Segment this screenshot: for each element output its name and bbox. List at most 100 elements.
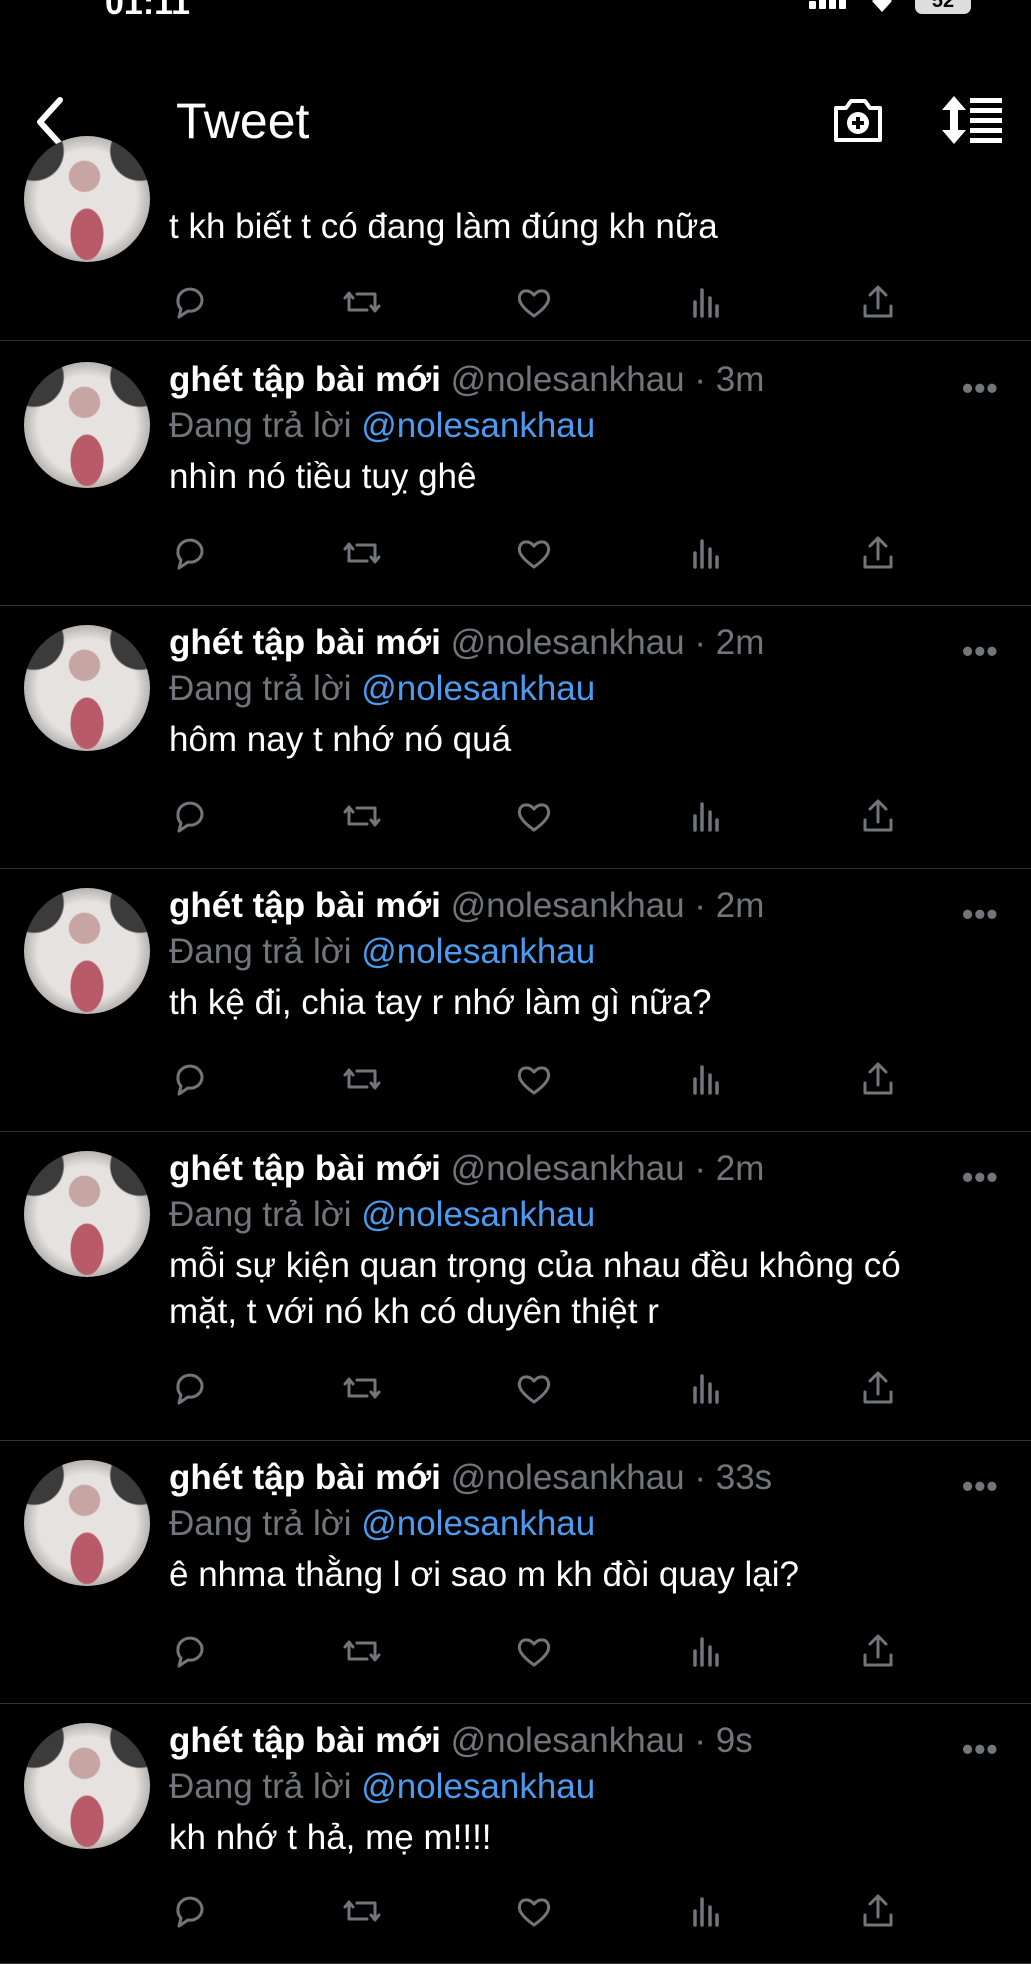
tweet-actions xyxy=(0,794,1031,844)
camera-plus-icon[interactable] xyxy=(830,92,886,148)
retweet-icon[interactable] xyxy=(340,1366,384,1410)
views-icon[interactable] xyxy=(684,1629,728,1673)
like-icon[interactable] xyxy=(512,531,556,575)
avatar[interactable] xyxy=(24,1723,150,1849)
avatar[interactable] xyxy=(24,136,150,262)
share-icon[interactable] xyxy=(856,280,900,324)
more-options-icon[interactable]: ••• xyxy=(962,1159,999,1196)
time-separator: · xyxy=(684,623,716,662)
more-options-icon[interactable]: ••• xyxy=(962,1468,999,1505)
display-name[interactable]: ghét tập bài mới xyxy=(169,1458,441,1497)
reply-icon[interactable] xyxy=(168,1057,212,1101)
tweet-text: t kh biết t có đang làm đúng kh nữa xyxy=(169,207,718,246)
tweet-header: ghét tập bài mới @nolesankhau · 3m xyxy=(169,360,764,400)
tweet-item[interactable]: ghét tập bài mới @nolesankhau · 2m ••• Đ… xyxy=(0,1131,1031,1441)
share-icon[interactable] xyxy=(856,1889,900,1933)
tweet-time: 2m xyxy=(715,623,765,662)
avatar[interactable] xyxy=(24,888,150,1014)
views-icon[interactable] xyxy=(684,531,728,575)
tweet-item[interactable]: t kh biết t có đang làm đúng kh nữa xyxy=(0,136,1031,341)
avatar[interactable] xyxy=(24,362,150,488)
more-options-icon[interactable]: ••• xyxy=(962,633,999,670)
user-handle[interactable]: @nolesankhau xyxy=(451,886,685,925)
retweet-icon[interactable] xyxy=(340,1889,384,1933)
avatar[interactable] xyxy=(24,1151,150,1277)
like-icon[interactable] xyxy=(512,1889,556,1933)
reply-icon[interactable] xyxy=(168,1366,212,1410)
like-icon[interactable] xyxy=(512,280,556,324)
tweet-header: ghét tập bài mới @nolesankhau · 9s xyxy=(169,1721,753,1761)
reply-icon[interactable] xyxy=(168,280,212,324)
display-name[interactable]: ghét tập bài mới xyxy=(169,1721,441,1760)
like-icon[interactable] xyxy=(512,1366,556,1410)
user-handle[interactable]: @nolesankhau xyxy=(451,623,685,662)
tweet-text: kh nhớ t hả, mẹ m!!!! xyxy=(169,1818,492,1857)
share-icon[interactable] xyxy=(856,794,900,838)
views-icon[interactable] xyxy=(684,794,728,838)
replying-to-handle[interactable]: @nolesankhau xyxy=(361,1504,595,1543)
tweet-item[interactable]: ghét tập bài mới @nolesankhau · 33s ••• … xyxy=(0,1440,1031,1704)
tweet-time: 2m xyxy=(715,1149,765,1188)
time-separator: · xyxy=(684,360,716,399)
views-icon[interactable] xyxy=(684,1057,728,1101)
replying-to: Đang trả lời @nolesankhau xyxy=(169,669,595,709)
avatar[interactable] xyxy=(24,1460,150,1586)
display-name[interactable]: ghét tập bài mới xyxy=(169,623,441,662)
share-icon[interactable] xyxy=(856,1057,900,1101)
share-icon[interactable] xyxy=(856,1629,900,1673)
tweet-item[interactable]: ghét tập bài mới @nolesankhau · 2m ••• Đ… xyxy=(0,605,1031,869)
like-icon[interactable] xyxy=(512,1629,556,1673)
retweet-icon[interactable] xyxy=(340,531,384,575)
reply-icon[interactable] xyxy=(168,531,212,575)
retweet-icon[interactable] xyxy=(340,280,384,324)
reply-icon[interactable] xyxy=(168,794,212,838)
retweet-icon[interactable] xyxy=(340,1629,384,1673)
tweet-item[interactable]: ghét tập bài mới @nolesankhau · 2m ••• Đ… xyxy=(0,868,1031,1132)
tweet-header: ghét tập bài mới @nolesankhau · 2m xyxy=(169,886,764,926)
replying-to-label: Đang trả lời xyxy=(169,669,352,708)
sort-icon[interactable] xyxy=(940,94,1004,146)
avatar[interactable] xyxy=(24,625,150,751)
user-handle[interactable]: @nolesankhau xyxy=(451,1149,685,1188)
retweet-icon[interactable] xyxy=(340,1057,384,1101)
display-name[interactable]: ghét tập bài mới xyxy=(169,886,441,925)
replying-to-label: Đang trả lời xyxy=(169,1767,352,1806)
replying-to-handle[interactable]: @nolesankhau xyxy=(361,406,595,445)
share-icon[interactable] xyxy=(856,531,900,575)
reply-icon[interactable] xyxy=(168,1629,212,1673)
tweet-text: ê nhma thằng l ơi sao m kh đòi quay lại? xyxy=(169,1555,799,1594)
like-icon[interactable] xyxy=(512,794,556,838)
replying-to-handle[interactable]: @nolesankhau xyxy=(361,1767,595,1806)
views-icon[interactable] xyxy=(684,1889,728,1933)
more-options-icon[interactable]: ••• xyxy=(962,1731,999,1768)
views-icon[interactable] xyxy=(684,1366,728,1410)
user-handle[interactable]: @nolesankhau xyxy=(451,1458,685,1497)
tweet-header: ghét tập bài mới @nolesankhau · 33s xyxy=(169,1458,772,1498)
time-separator: · xyxy=(684,886,716,925)
reply-icon[interactable] xyxy=(168,1889,212,1933)
replying-to-handle[interactable]: @nolesankhau xyxy=(361,932,595,971)
tweet-text: mỗi sự kiện quan trọng của nhau đều khôn… xyxy=(169,1246,901,1331)
tweet-time: 2m xyxy=(715,886,765,925)
tweet-item[interactable]: ghét tập bài mới @nolesankhau · 3m ••• Đ… xyxy=(0,342,1031,606)
tweet-header: ghét tập bài mới @nolesankhau · 2m xyxy=(169,1149,764,1189)
retweet-icon[interactable] xyxy=(340,794,384,838)
tweet-actions xyxy=(0,1629,1031,1679)
tweet-actions xyxy=(0,1889,1031,1939)
display-name[interactable]: ghét tập bài mới xyxy=(169,360,441,399)
user-handle[interactable]: @nolesankhau xyxy=(451,360,685,399)
tweet-item[interactable]: ghét tập bài mới @nolesankhau · 9s ••• Đ… xyxy=(0,1703,1031,1964)
replying-to-handle[interactable]: @nolesankhau xyxy=(361,669,595,708)
like-icon[interactable] xyxy=(512,1057,556,1101)
views-icon[interactable] xyxy=(684,280,728,324)
display-name[interactable]: ghét tập bài mới xyxy=(169,1149,441,1188)
tweet-actions xyxy=(0,1366,1031,1416)
time-separator: · xyxy=(684,1458,716,1497)
time-separator: · xyxy=(684,1149,716,1188)
more-options-icon[interactable]: ••• xyxy=(962,370,999,407)
more-options-icon[interactable]: ••• xyxy=(962,896,999,933)
user-handle[interactable]: @nolesankhau xyxy=(451,1721,685,1760)
share-icon[interactable] xyxy=(856,1366,900,1410)
replying-to-handle[interactable]: @nolesankhau xyxy=(361,1195,595,1234)
replying-to: Đang trả lời @nolesankhau xyxy=(169,406,595,446)
